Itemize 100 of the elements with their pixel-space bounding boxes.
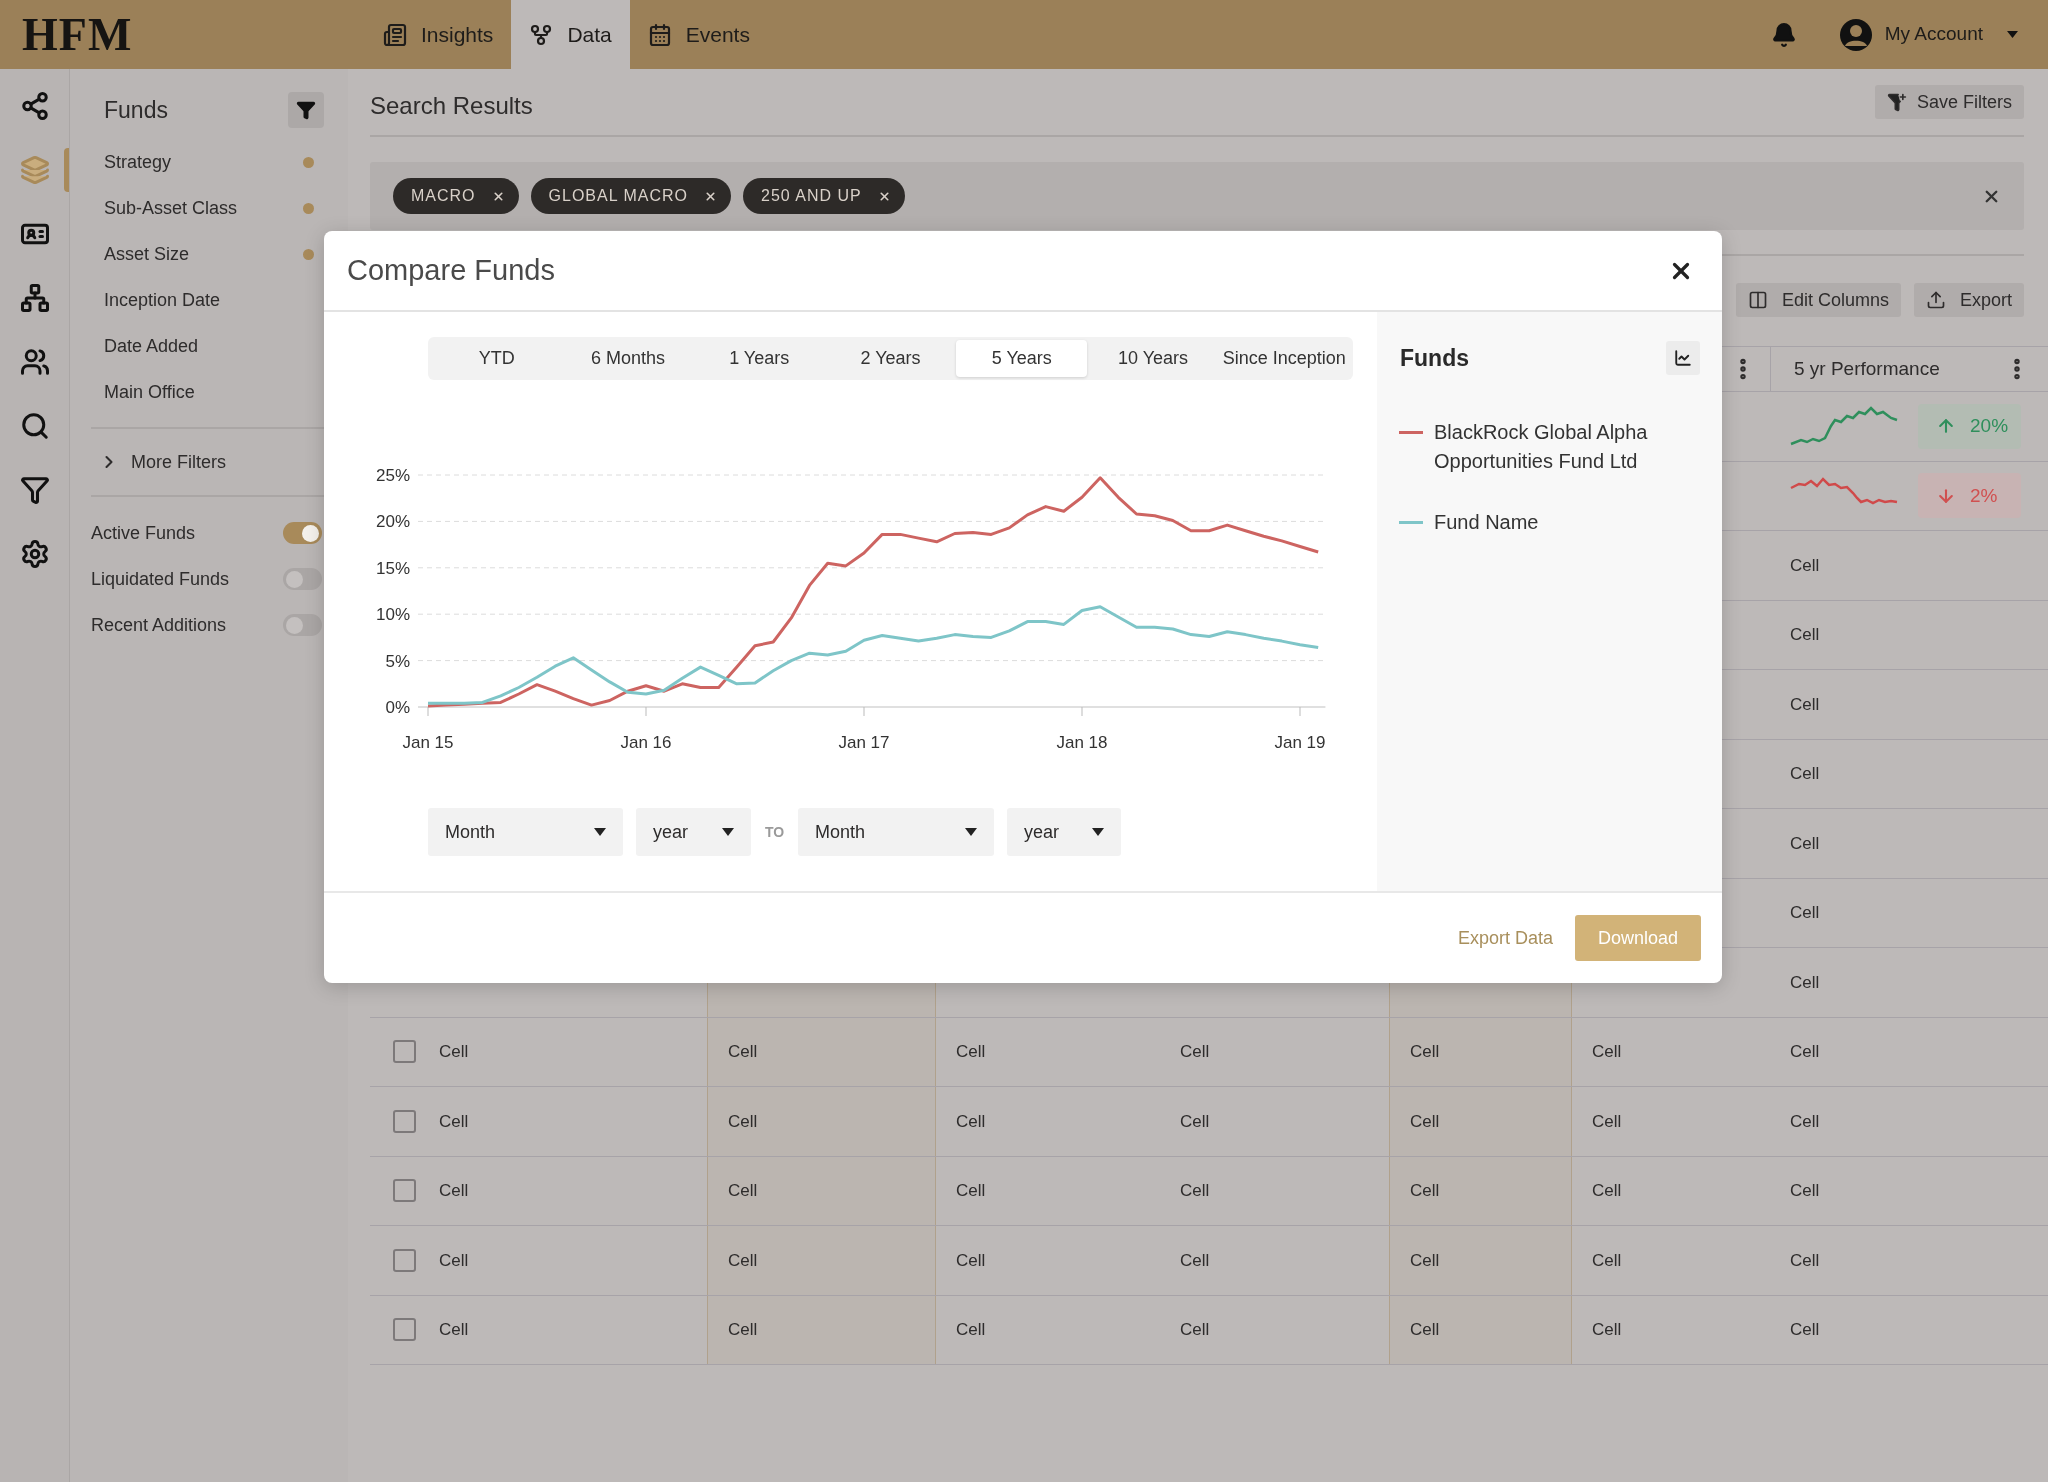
chart-view-button[interactable] xyxy=(1666,341,1700,375)
table-cell-text: Cell xyxy=(1180,1041,1210,1063)
y-axis-label: 10% xyxy=(375,605,410,625)
avatar-icon[interactable] xyxy=(1838,17,1873,52)
toggle-switch[interactable] xyxy=(283,522,322,544)
toolbar-button[interactable]: Edit Columns xyxy=(1735,283,1901,317)
filter-item[interactable]: Sub-Asset Class xyxy=(104,194,238,222)
caret-icon xyxy=(594,828,606,836)
logo[interactable]: HFM xyxy=(22,0,365,69)
column-header[interactable]: 5 yr Performance xyxy=(1794,354,1940,384)
filter-item[interactable]: Date Added xyxy=(104,332,199,360)
hierarchy-icon[interactable] xyxy=(19,283,50,313)
period-tab[interactable]: 2 Years xyxy=(824,340,957,377)
table-cell-text: Cell xyxy=(1180,1249,1210,1272)
month-select[interactable]: Month xyxy=(428,808,623,856)
table-cell-text: Cell xyxy=(1410,1319,1440,1341)
caret-icon[interactable] xyxy=(2007,31,2018,38)
more-filters-toggle[interactable]: More Filters xyxy=(99,448,226,476)
table-cell-text: Cell xyxy=(1410,1110,1440,1133)
toolbar-button[interactable]: Export xyxy=(1913,283,2024,317)
filters-title: Funds xyxy=(104,95,168,125)
table-cell-text: Cell xyxy=(1592,1319,1622,1341)
y-axis-label: 25% xyxy=(375,466,410,485)
table-cell-text: Cell xyxy=(1790,1249,1820,1272)
y-axis-label: 5% xyxy=(385,651,410,671)
newspaper-icon xyxy=(383,22,407,47)
table-cell-text: Cell xyxy=(1790,554,1820,577)
row-checkbox[interactable] xyxy=(393,1318,416,1342)
filter-chip[interactable]: 250 AND UP xyxy=(743,178,905,214)
year-select[interactable]: year xyxy=(1007,808,1121,856)
toggle-switch[interactable] xyxy=(283,568,322,590)
table-cell-text: Cell xyxy=(728,1249,758,1272)
account-menu[interactable]: My Account xyxy=(1884,20,1983,49)
nav-tab[interactable]: Events xyxy=(629,0,768,69)
people-icon[interactable] xyxy=(19,347,50,377)
period-tab[interactable]: YTD xyxy=(431,340,563,377)
table-cell-text: Cell xyxy=(1180,1180,1210,1202)
toggle-switch[interactable] xyxy=(283,614,322,636)
save-filters-button[interactable]: Save Filters xyxy=(1874,85,2024,119)
line-chart-icon xyxy=(1674,349,1692,367)
row-checkbox[interactable] xyxy=(393,1109,416,1133)
x-axis-label: Jan 15 xyxy=(402,733,454,752)
table-cell-text: Cell xyxy=(728,1041,758,1063)
notifications-icon[interactable] xyxy=(1770,21,1797,48)
row-checkbox[interactable] xyxy=(393,1179,416,1203)
table-cell-text: Cell xyxy=(1180,1319,1210,1341)
table-cell-text: Cell xyxy=(1790,832,1820,855)
caret-icon xyxy=(722,828,734,836)
table-cell-text: Cell xyxy=(1790,763,1820,785)
table-cell-text: Cell xyxy=(1410,1180,1440,1202)
row-checkbox[interactable] xyxy=(393,1248,416,1272)
table-cell-text: Cell xyxy=(728,1180,758,1202)
remove-icon xyxy=(877,189,891,203)
filter-item[interactable]: Asset Size xyxy=(104,240,190,268)
calendar-icon xyxy=(647,22,672,47)
filter-item[interactable]: Main Office xyxy=(104,378,195,406)
table-cell-text: Cell xyxy=(728,1110,758,1133)
filter-icon[interactable] xyxy=(19,475,50,505)
period-tab[interactable]: Since Inception xyxy=(1218,340,1350,377)
period-tab[interactable]: 1 Years xyxy=(693,340,825,377)
remove-icon xyxy=(704,189,717,203)
x-axis-label: Jan 16 xyxy=(620,733,672,752)
year-select[interactable]: year xyxy=(636,808,751,856)
table-cell-text: Cell xyxy=(1592,1041,1622,1063)
toggle-label: Recent Additions xyxy=(91,613,227,637)
period-tab[interactable]: 10 Years xyxy=(1087,340,1219,377)
table-cell-text: Cell xyxy=(1790,1110,1820,1133)
upload-icon xyxy=(1925,290,1946,310)
table-cell-text: Cell xyxy=(1592,1110,1622,1133)
x-axis-label: Jan 18 xyxy=(1056,733,1108,752)
change-badge: 20% xyxy=(1918,403,2021,449)
table-cell-text: Cell xyxy=(439,1041,469,1063)
month-select[interactable]: Month xyxy=(798,808,994,856)
table-cell-text: Cell xyxy=(1790,971,1820,994)
change-badge: 2% xyxy=(1918,473,2021,519)
nodes-icon[interactable] xyxy=(19,91,50,121)
search-icon[interactable] xyxy=(19,411,50,441)
filter-item[interactable]: Strategy xyxy=(104,148,172,176)
filter-chip[interactable]: MACRO xyxy=(393,178,519,214)
table-cell-text: Cell xyxy=(956,1319,986,1341)
results-title: Search Results xyxy=(370,91,533,121)
fork-icon xyxy=(529,22,554,47)
remove-icon xyxy=(491,189,505,203)
table-cell-text: Cell xyxy=(1790,1180,1820,1202)
table-cell-text: Cell xyxy=(439,1249,469,1272)
filter-item[interactable]: Inception Date xyxy=(104,286,221,314)
row-checkbox[interactable] xyxy=(393,1040,416,1064)
filter-edit-button[interactable] xyxy=(288,92,324,128)
table-cell-text: Cell xyxy=(956,1041,986,1063)
table-cell-text: Cell xyxy=(1790,624,1820,646)
table-cell-text: Cell xyxy=(956,1180,986,1202)
nav-tab[interactable]: Insights xyxy=(365,0,512,69)
settings-icon[interactable] xyxy=(19,539,50,569)
y-axis-label: 15% xyxy=(375,558,410,578)
filter-chip[interactable]: GLOBAL MACRO xyxy=(530,178,731,214)
period-tab[interactable]: 5 Years xyxy=(956,340,1088,377)
table-cell-text: Cell xyxy=(728,1319,758,1341)
period-tab[interactable]: 6 Months xyxy=(562,340,694,377)
caret-icon xyxy=(1092,828,1104,836)
nav-tab[interactable]: Data xyxy=(511,0,630,69)
